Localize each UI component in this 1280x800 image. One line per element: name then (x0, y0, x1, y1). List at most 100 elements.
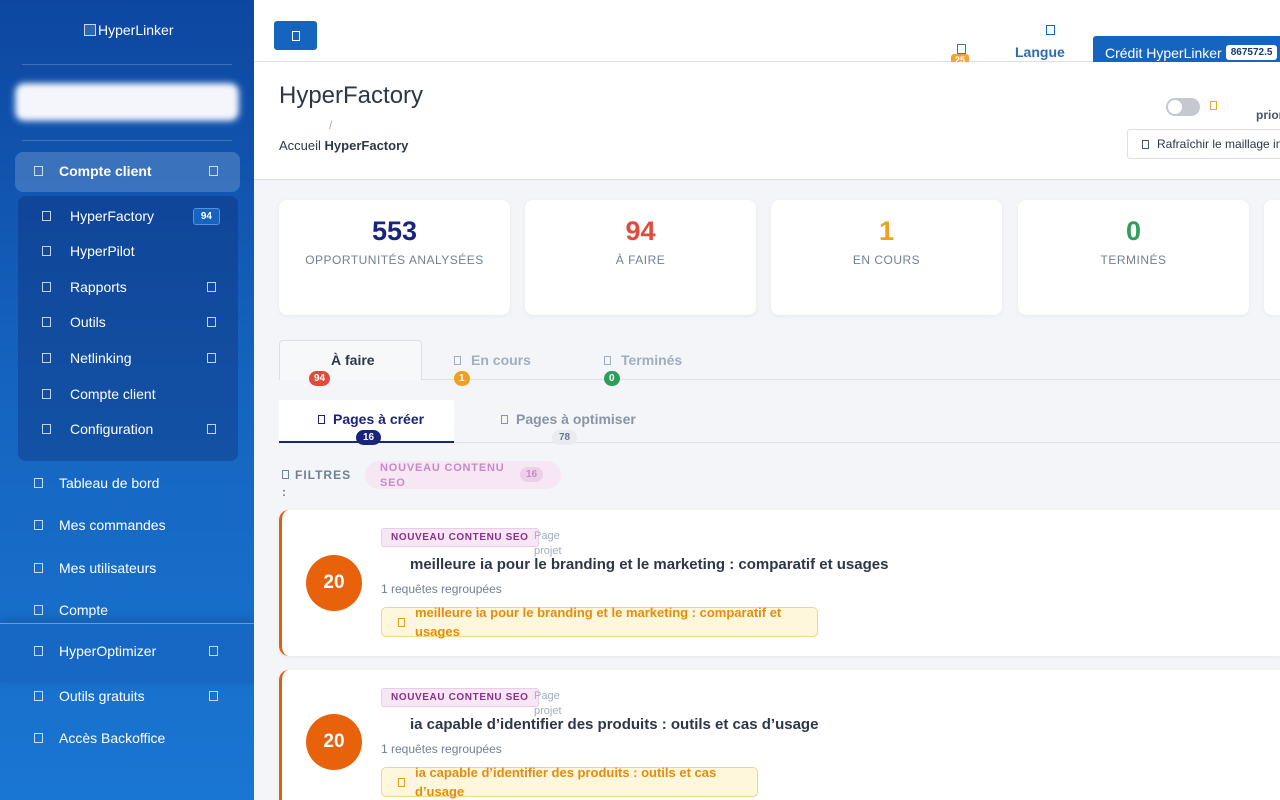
user-icon (42, 389, 51, 399)
file-plus-icon (318, 414, 325, 424)
sidebar-item-label: Mes commandes (59, 517, 166, 533)
sidebar-item-hyperoptimizer[interactable]: HyperOptimizer (34, 641, 224, 661)
opportunity-card[interactable]: 20 NOUVEAU CONTENU SEO Page projet ia ca… (279, 670, 1280, 800)
sidebar-item-rapports[interactable]: Rapports (42, 277, 220, 297)
user-selector[interactable] (16, 84, 238, 120)
topbar: 25 Langue Crédit HyperLinker 867572.5 (254, 0, 1280, 69)
chevron-down-icon (209, 166, 218, 176)
keyword-box: ia capable d’identifier des produits : o… (381, 765, 758, 799)
stat-label: OPPORTUNITÉS ANALYSÉES (305, 253, 484, 267)
sidebar-item-label: Outils (70, 314, 106, 330)
filters-colon: : (282, 485, 287, 499)
page-type-label: Page projet (534, 530, 562, 557)
subtab-pages-a-optimiser[interactable]: Pages à optimiser (501, 411, 636, 427)
sidebar-item-label: Accès Backoffice (59, 730, 166, 746)
factory-icon (42, 211, 51, 221)
sidebar-item-tableau-de-bord[interactable]: Tableau de bord (34, 473, 224, 493)
sidebar-item-outils-gratuits[interactable]: Outils gratuits (34, 686, 224, 706)
refresh-mesh-button[interactable]: Rafraîchir le maillage in (1127, 129, 1280, 159)
sidebar-item-configuration[interactable]: Configuration (42, 419, 220, 439)
opportunity-title[interactable]: ia capable d’identifier des produits : o… (410, 716, 818, 733)
sidebar-item-hyperfactory[interactable]: HyperFactory 94 (42, 206, 220, 226)
breadcrumb-current: HyperFactory (324, 138, 409, 153)
check-icon (604, 355, 611, 365)
sidebar-item-label: HyperPilot (70, 243, 135, 259)
globe-icon[interactable] (1046, 25, 1055, 35)
language-selector[interactable]: Langue (1015, 44, 1065, 60)
stat-label: À FAIRE (615, 253, 666, 267)
subtab-count-badge: 16 (356, 430, 382, 445)
chip-label: NOUVEAU CONTENU SEO (380, 462, 505, 489)
keyword-box: meilleure ia pour le branding et le mark… (381, 605, 818, 639)
stat-label: EN COURS (852, 253, 921, 267)
stat-card-in-progress: 1 EN COURS (771, 200, 1002, 315)
sidebar: HyperLinker Compte client HyperFactory 9… (0, 0, 254, 800)
backoffice-icon (34, 733, 43, 743)
gear-icon (42, 424, 51, 434)
breadcrumb-home-link[interactable]: Accueil (279, 138, 321, 153)
opportunity-subtitle: 1 requêtes regroupées (381, 742, 502, 756)
gift-icon (34, 691, 43, 701)
priority-label: prior (1256, 108, 1280, 122)
users-icon (34, 563, 43, 573)
user-icon (34, 166, 43, 176)
menu-toggle-button[interactable] (274, 21, 317, 50)
breadcrumb-separator: / (329, 118, 333, 132)
refresh-label: Rafraîchir le maillage in (1157, 137, 1280, 151)
tab-label: En cours (471, 352, 531, 368)
pilot-icon (42, 246, 51, 256)
filter-icon (282, 470, 289, 479)
sidebar-item-compte[interactable]: Compte (34, 600, 224, 620)
page-header: HyperFactory / Accueil HyperFactory prio… (254, 62, 1280, 180)
bell-icon[interactable] (957, 44, 966, 54)
sidebar-item-hyperpilot[interactable]: HyperPilot (42, 241, 220, 261)
stat-value: 0 (1125, 216, 1142, 246)
key-icon (398, 777, 405, 787)
key-icon (398, 617, 405, 627)
filter-chip-nouveau-contenu[interactable]: NOUVEAU CONTENU SEO 16 (365, 461, 561, 489)
tab-termines[interactable]: Terminés (604, 352, 682, 368)
edit-icon (501, 414, 508, 424)
logo[interactable]: HyperLinker (84, 22, 173, 38)
tab-count-badge: 0 (604, 371, 620, 386)
sidebar-item-compte-client-header[interactable]: Compte client (34, 161, 224, 181)
optimizer-icon (34, 646, 43, 656)
breadcrumb: Accueil HyperFactory (279, 138, 408, 153)
sidebar-item-acces-backoffice[interactable]: Accès Backoffice (34, 728, 224, 748)
credit-value: 867572.5 (1225, 45, 1278, 60)
sidebar-item-label: Configuration (70, 421, 154, 437)
tab-en-cours[interactable]: En cours (454, 352, 531, 368)
filters-text: FILTRES (295, 468, 352, 482)
tab-count-badge: 1 (454, 371, 470, 386)
opportunity-title[interactable]: meilleure ia pour le branding et le mark… (410, 556, 888, 573)
sidebar-item-mes-commandes[interactable]: Mes commandes (34, 515, 224, 535)
content-type-tag: NOUVEAU CONTENU SEO (381, 528, 539, 547)
stat-value: 553 (371, 216, 418, 246)
sidebar-item-label: Compte client (70, 386, 156, 402)
opportunity-card[interactable]: 20 NOUVEAU CONTENU SEO Page projet meill… (279, 510, 1280, 656)
logo-text: HyperLinker (98, 22, 174, 38)
chevron-down-icon (207, 353, 216, 363)
chip-count: 16 (520, 467, 544, 482)
chevron-down-icon (209, 691, 218, 701)
count-badge: 94 (192, 208, 220, 225)
cart-icon (34, 520, 43, 530)
logo-image-icon (84, 24, 96, 36)
sidebar-divider (22, 140, 232, 141)
subtab-label-wrap: Pages à créer (318, 411, 424, 427)
sidebar-item-compte-client[interactable]: Compte client (42, 384, 220, 404)
sidebar-item-label: Compte client (59, 163, 152, 179)
sidebar-item-outils[interactable]: Outils (42, 312, 220, 332)
sidebar-item-netlinking[interactable]: Netlinking (42, 348, 220, 368)
score-badge: 20 (306, 714, 362, 770)
page-type-label: Page projet (534, 690, 562, 717)
opportunity-subtitle: 1 requêtes regroupées (381, 582, 502, 596)
priority-toggle[interactable] (1166, 98, 1200, 116)
score-badge: 20 (306, 555, 362, 611)
tools-icon (42, 317, 51, 327)
sidebar-item-mes-utilisateurs[interactable]: Mes utilisateurs (34, 558, 224, 578)
report-icon (42, 282, 51, 292)
stat-value: 94 (625, 216, 656, 246)
sidebar-item-label: Mes utilisateurs (59, 560, 157, 576)
credit-label: Crédit HyperLinker (1105, 44, 1222, 61)
